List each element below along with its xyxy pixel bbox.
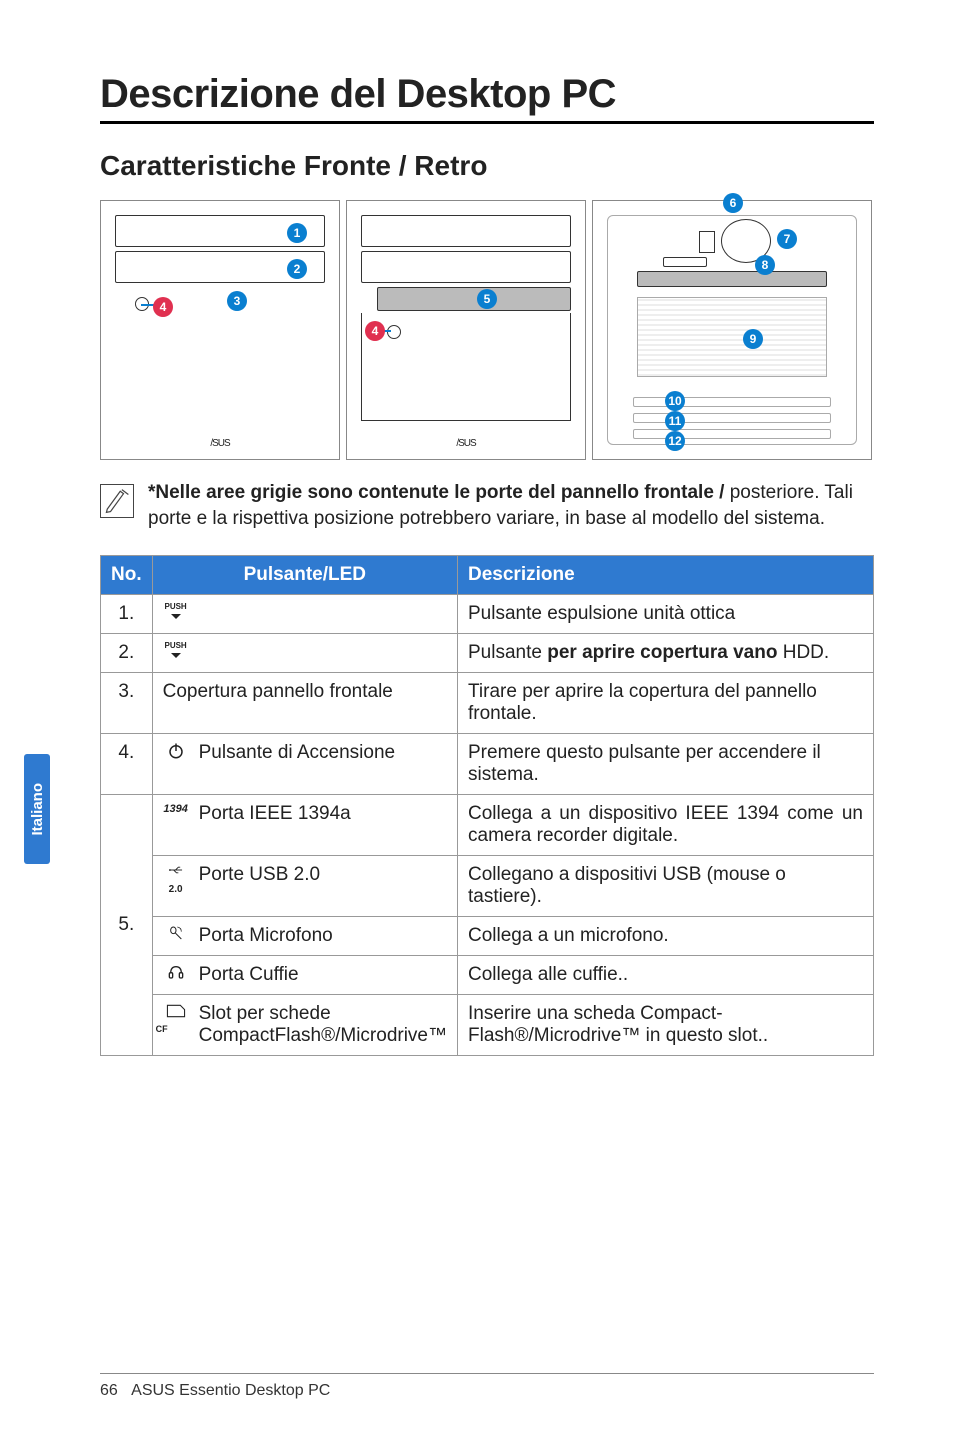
language-tab-label: Italiano [29, 783, 46, 836]
th-desc: Descrizione [458, 556, 874, 595]
cell-label: PUSH [152, 595, 457, 634]
push-icon: PUSH [163, 603, 189, 619]
label-text: Porta IEEE 1394a [199, 803, 351, 825]
cell-label: 2.0 Porte USB 2.0 [152, 856, 457, 917]
callout-6: 6 [723, 193, 743, 213]
callout-9: 9 [743, 329, 763, 349]
table-row: 3. Copertura pannello frontale Tirare pe… [101, 673, 874, 734]
callout-8: 8 [755, 255, 775, 275]
table-row: Porta Cuffie Collega alle cuffie.. [101, 956, 874, 995]
headphone-icon [163, 964, 189, 983]
label-text: Porta Cuffie [199, 964, 299, 986]
note-text: *Nelle aree grigie sono contenute le por… [148, 480, 874, 531]
th-no: No. [101, 556, 153, 595]
cell-label: Copertura pannello frontale [152, 673, 457, 734]
diagram-front-closed: /SUS 1 2 3 4 [100, 200, 340, 460]
table-row: 4. Pulsante di Accensione Premere questo… [101, 734, 874, 795]
cell-desc: Collega a un dispositivo IEEE 1394 come … [458, 795, 874, 856]
section-title: Caratteristiche Fronte / Retro [100, 150, 874, 182]
callout-5: 5 [477, 289, 497, 309]
note-block: *Nelle aree grigie sono contenute le por… [100, 480, 874, 531]
cf-card-icon: CF [163, 1003, 189, 1034]
label-text: Pulsante di Accensione [199, 742, 395, 764]
callout-4a: 4 [153, 297, 173, 317]
brand-logo-2: /SUS [347, 438, 585, 449]
label-text: Porta Microfono [199, 925, 333, 947]
cell-label: Porta Cuffie [152, 956, 457, 995]
page-number: 66 [100, 1382, 118, 1399]
diagram-rear: 6 7 8 9 10 11 12 [592, 200, 872, 460]
brand-logo: /SUS [101, 438, 339, 449]
th-pulsante: Pulsante/LED [152, 556, 457, 595]
ieee1394-icon: 1394 [163, 803, 189, 815]
cell-label: PUSH [152, 634, 457, 673]
cell-desc: Collegano a dispositivi USB (mouse o tas… [458, 856, 874, 917]
usb-icon: 2.0 [163, 864, 189, 895]
cell-desc: Pulsante per aprire copertura vano HDD. [458, 634, 874, 673]
cell-desc: Premere questo pulsante per accendere il… [458, 734, 874, 795]
note-bold: *Nelle aree grigie sono contenute le por… [148, 482, 724, 503]
footer-title: ASUS Essentio Desktop PC [131, 1382, 330, 1399]
cell-num: 5. [101, 795, 153, 1056]
label-text: Slot per schede CompactFlash®/Microdrive… [199, 1003, 447, 1047]
push-icon: PUSH [163, 642, 189, 658]
cell-label: Pulsante di Accensione [152, 734, 457, 795]
cell-num: 3. [101, 673, 153, 734]
callout-10: 10 [665, 391, 685, 411]
cell-num: 1. [101, 595, 153, 634]
diagram-front-open: /SUS 5 4 [346, 200, 586, 460]
table-row: CF Slot per schede CompactFlash®/Microdr… [101, 995, 874, 1056]
cell-label: Porta Microfono [152, 917, 457, 956]
table-row: 2.0 Porte USB 2.0 Collegano a dispositiv… [101, 856, 874, 917]
cell-desc: Inserire una scheda Compact-Flash®/Micro… [458, 995, 874, 1056]
cell-label: CF Slot per schede CompactFlash®/Microdr… [152, 995, 457, 1056]
label-text: Porte USB 2.0 [199, 864, 320, 886]
power-icon [163, 742, 189, 763]
cell-desc: Collega alle cuffie.. [458, 956, 874, 995]
table-row: 2. PUSH Pulsante per aprire copertura va… [101, 634, 874, 673]
cell-num: 4. [101, 734, 153, 795]
page-footer: 66 ASUS Essentio Desktop PC [100, 1373, 874, 1400]
microphone-icon [163, 925, 189, 944]
callout-12: 12 [665, 431, 685, 451]
language-tab: Italiano [24, 754, 50, 864]
table-row: 1. PUSH Pulsante espulsione unità ottica [101, 595, 874, 634]
callout-4b: 4 [365, 321, 385, 341]
diagram-row: /SUS 1 2 3 4 /SUS 5 4 [100, 200, 874, 460]
cell-desc: Pulsante espulsione unità ottica [458, 595, 874, 634]
callout-1: 1 [287, 223, 307, 243]
cell-desc: Tirare per aprire la copertura del panne… [458, 673, 874, 734]
table-row: 5. 1394 Porta IEEE 1394a Collega a un di… [101, 795, 874, 856]
spec-table: No. Pulsante/LED Descrizione 1. PUSH Pul… [100, 555, 874, 1056]
callout-2: 2 [287, 259, 307, 279]
callout-11: 11 [665, 411, 685, 431]
note-icon [100, 484, 134, 518]
cell-desc: Collega a un microfono. [458, 917, 874, 956]
callout-7: 7 [777, 229, 797, 249]
page-title: Descrizione del Desktop PC [100, 72, 874, 124]
callout-3: 3 [227, 291, 247, 311]
table-row: Porta Microfono Collega a un microfono. [101, 917, 874, 956]
cell-num: 2. [101, 634, 153, 673]
cell-label: 1394 Porta IEEE 1394a [152, 795, 457, 856]
